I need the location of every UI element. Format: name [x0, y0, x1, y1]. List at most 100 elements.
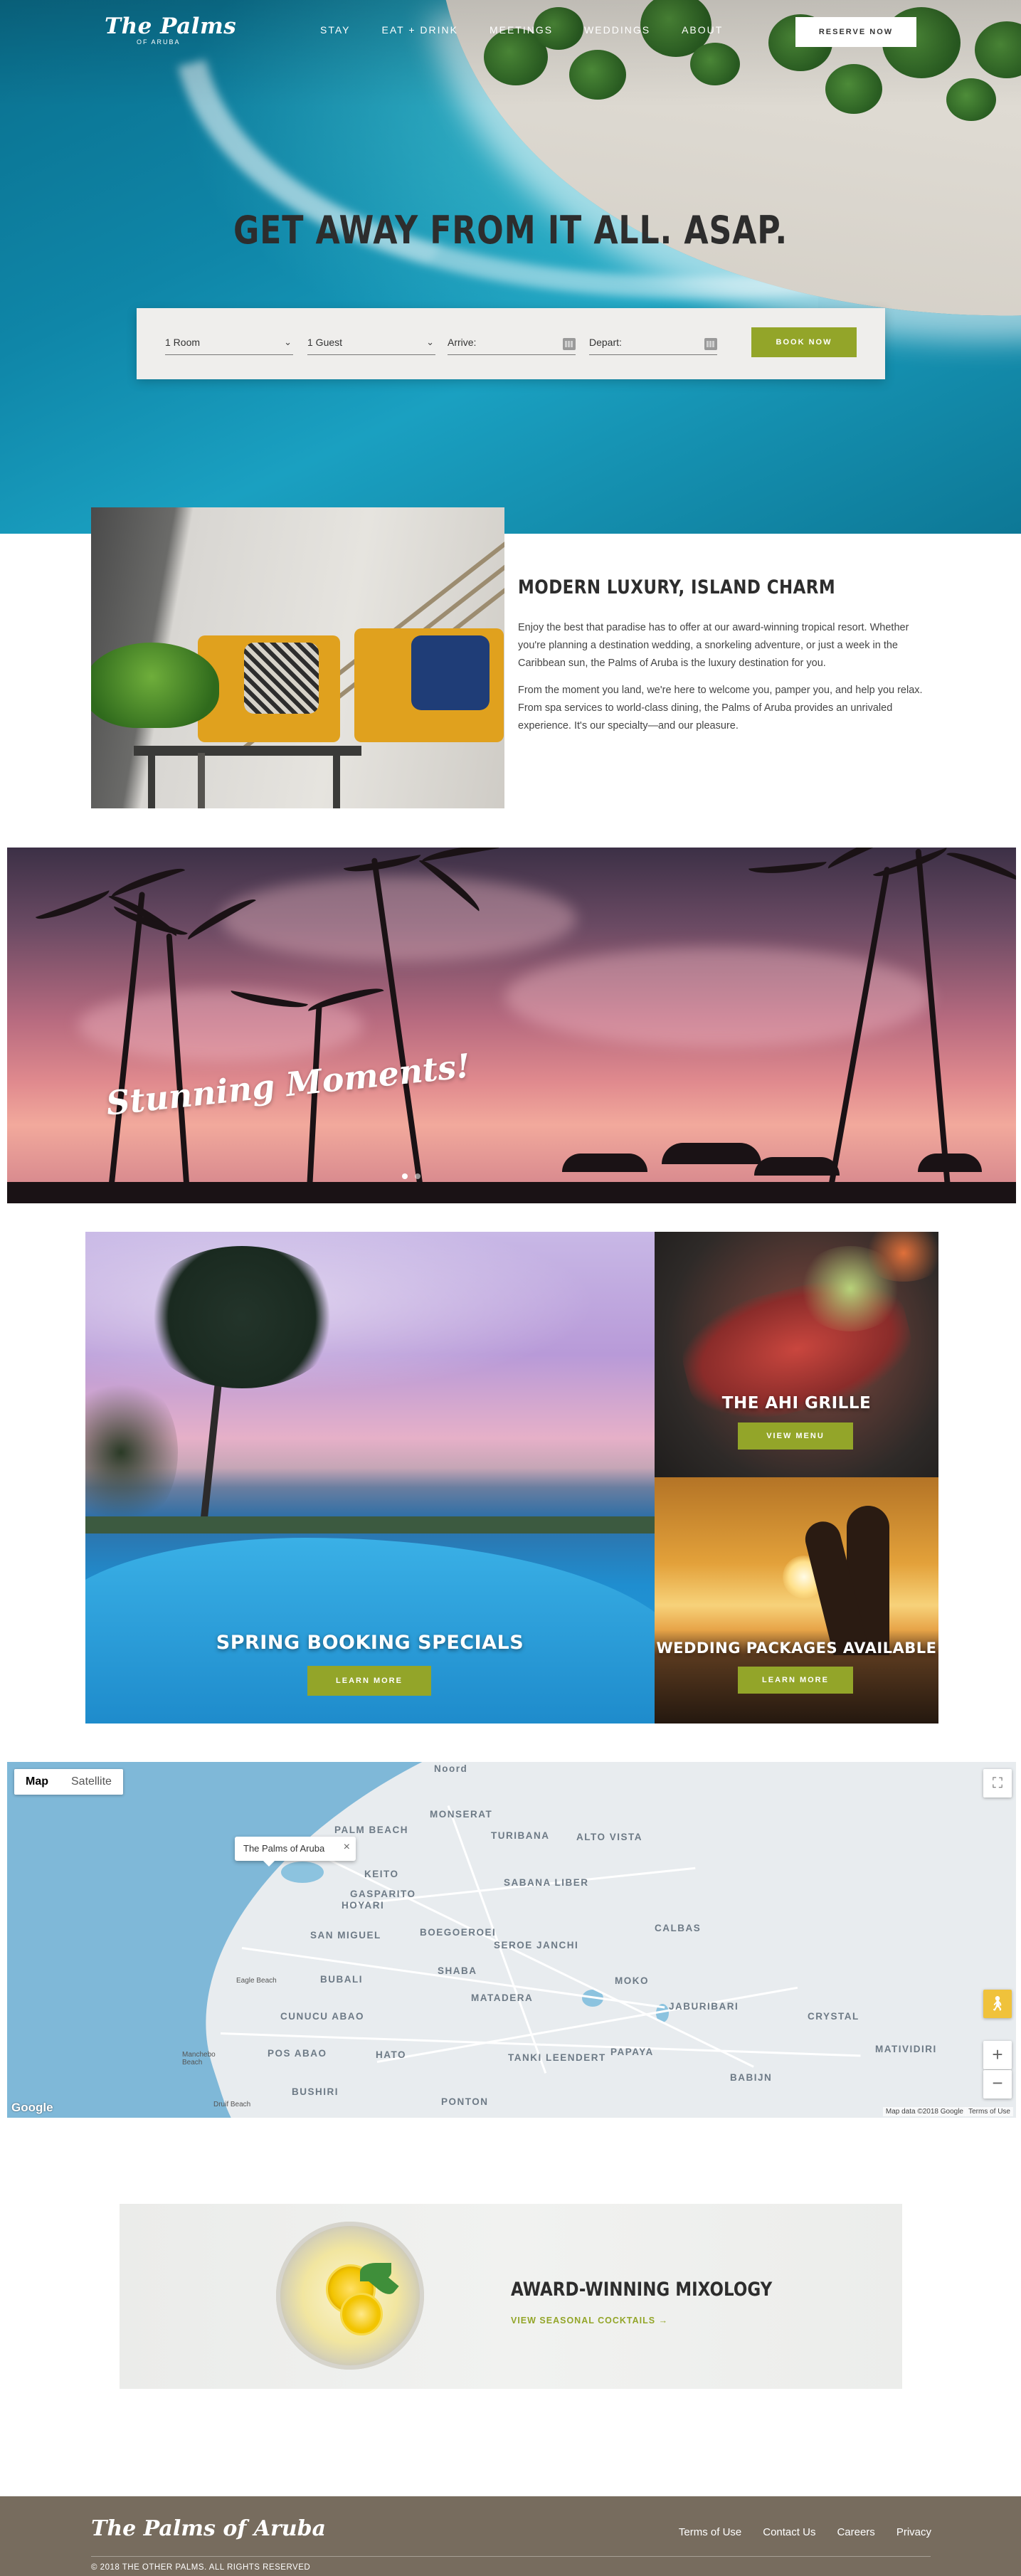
- map-beach-label: Manchebo Beach: [182, 2051, 216, 2066]
- site-footer: The Palms of Aruba Terms of Use Contact …: [0, 2496, 1021, 2576]
- copyright-text: © 2018 THE OTHER PALMS. ALL RIGHTS RESER…: [91, 2563, 311, 2572]
- map-label: Noord: [434, 1763, 468, 1774]
- map-tab-satellite[interactable]: Satellite: [60, 1769, 123, 1795]
- map-label: POS ABAO: [268, 2048, 327, 2059]
- room-select[interactable]: 1 Room ⌄: [165, 329, 293, 355]
- google-logo[interactable]: Google: [11, 2101, 53, 2115]
- hero-section: [0, 0, 1021, 534]
- mixology-title: AWARD-WINNING MIXOLOGY: [511, 2279, 773, 2301]
- map-terms-link[interactable]: Terms of Use: [966, 2107, 1013, 2116]
- map-data-attribution: Map data ©2018 Google: [882, 2107, 966, 2116]
- spring-specials-title: SPRING BOOKING SPECIALS: [216, 1632, 524, 1654]
- map-label: SEROE JANCHI: [494, 1940, 579, 1951]
- map-label: MOKO: [615, 1975, 649, 1986]
- footer-link-careers[interactable]: Careers: [837, 2526, 874, 2538]
- street-view-pegman-icon[interactable]: 🚶︎: [983, 1990, 1012, 2018]
- map-label: ALTO VISTA: [576, 1832, 643, 1842]
- lounge-photo: [91, 507, 504, 808]
- intro-title: MODERN LUXURY, ISLAND CHARM: [518, 576, 836, 598]
- reserve-now-button[interactable]: RESERVE NOW: [795, 17, 916, 47]
- map-label: PONTON: [441, 2096, 489, 2107]
- zoom-in-icon[interactable]: +: [983, 2041, 1012, 2069]
- fullscreen-icon[interactable]: ⛶: [983, 1769, 1012, 1798]
- intro-paragraph-2: From the moment you land, we're here to …: [518, 685, 923, 732]
- nav-item-meetings[interactable]: MEETINGS: [490, 24, 553, 36]
- booking-form: 1 Room ⌄ 1 Guest ⌄ Arrive: Depart: BOOK …: [137, 308, 885, 379]
- hero-headline: GET AWAY FROM IT ALL. ASAP.: [233, 208, 788, 253]
- nav-item-about[interactable]: ABOUT: [682, 24, 723, 36]
- footer-logo[interactable]: The Palms of Aruba: [91, 2516, 326, 2541]
- map-label: BUSHIRI: [292, 2086, 339, 2097]
- intro-paragraph-1: Enjoy the best that paradise has to offe…: [518, 622, 909, 669]
- location-map[interactable]: Map Satellite ⛶ 🚶︎ + − The Palms of Arub…: [7, 1762, 1016, 2118]
- nav-item-stay[interactable]: STAY: [320, 24, 351, 36]
- map-label: CALBAS: [655, 1923, 702, 1933]
- map-label: KEITO: [364, 1869, 399, 1879]
- map-label: BABIJN: [730, 2072, 773, 2083]
- guest-select-value: 1 Guest: [307, 337, 343, 348]
- map-beach-label: Druif Beach: [213, 2101, 251, 2108]
- arrive-label: Arrive:: [448, 337, 477, 348]
- map-label: MONSERAT: [430, 1809, 493, 1820]
- map-label: MATIVIDIRI: [875, 2044, 937, 2054]
- map-label: SHABA: [438, 1965, 477, 1976]
- map-label: SAN MIGUEL: [310, 1930, 381, 1941]
- map-label: BOEGOEROEI: [420, 1927, 497, 1938]
- cocktail-photo: [276, 2222, 424, 2370]
- chevron-down-icon: ⌄: [426, 337, 434, 347]
- hero-shade: [0, 0, 1021, 534]
- guest-select[interactable]: 1 Guest ⌄: [307, 329, 435, 355]
- map-label: JABURIBARI: [669, 2001, 739, 2012]
- calendar-icon[interactable]: [563, 338, 576, 350]
- calendar-icon[interactable]: [704, 338, 717, 350]
- spring-learn-more-button[interactable]: LEARN MORE: [307, 1666, 431, 1696]
- ahi-grille-title: THE AHI GRILLE: [721, 1394, 872, 1413]
- room-select-value: 1 Room: [165, 337, 201, 348]
- carousel-dot[interactable]: [402, 1173, 408, 1179]
- map-label: CRYSTAL: [808, 2011, 859, 2022]
- map-label: CUNUCU ABAO: [280, 2011, 364, 2022]
- map-marker-label[interactable]: The Palms of Aruba ×: [235, 1837, 356, 1867]
- chevron-down-icon: ⌄: [284, 337, 292, 347]
- map-tab-map[interactable]: Map: [14, 1769, 60, 1795]
- brand-logo[interactable]: The Palms: [105, 16, 236, 38]
- wedding-packages-title: WEDDING PACKAGES AVAILABLE: [656, 1640, 937, 1657]
- map-label: PALM BEACH: [334, 1825, 408, 1835]
- depart-date-field[interactable]: Depart:: [589, 329, 717, 355]
- arrive-date-field[interactable]: Arrive:: [448, 329, 576, 355]
- footer-divider: [91, 2556, 931, 2557]
- book-now-button[interactable]: BOOK NOW: [751, 327, 857, 357]
- carousel-dot[interactable]: [415, 1173, 420, 1179]
- spring-specials-tile[interactable]: SPRING BOOKING SPECIALS LEARN MORE: [85, 1232, 655, 1724]
- sunset-banner: [7, 848, 1016, 1203]
- footer-nav: Terms of Use Contact Us Careers Privacy: [657, 2526, 931, 2538]
- wedding-learn-more-button[interactable]: LEARN MORE: [738, 1667, 853, 1694]
- wedding-packages-tile[interactable]: WEDDING PACKAGES AVAILABLE LEARN MORE: [655, 1477, 938, 1724]
- nav-item-eat-drink[interactable]: EAT + DRINK: [382, 24, 458, 36]
- view-menu-button[interactable]: VIEW MENU: [738, 1422, 853, 1450]
- map-label: MATADERA: [471, 1992, 534, 2003]
- map-label: BUBALI: [320, 1974, 363, 1985]
- map-label: TANKI LEENDERT: [508, 2052, 606, 2063]
- mixology-promo: AWARD-WINNING MIXOLOGY VIEW SEASONAL COC…: [120, 2204, 902, 2389]
- map-label: PAPAYA: [610, 2047, 654, 2057]
- nav-item-weddings[interactable]: WEDDINGS: [584, 24, 650, 36]
- seasonal-cocktails-link[interactable]: VIEW SEASONAL COCKTAILS →: [511, 2316, 668, 2326]
- map-beach-label: Eagle Beach: [236, 1977, 277, 1985]
- map-label: HATO: [376, 2049, 406, 2060]
- map-label: HOYARI: [342, 1900, 385, 1911]
- depart-label: Depart:: [589, 337, 622, 348]
- main-nav: STAY EAT + DRINK MEETINGS WEDDINGS ABOUT: [320, 24, 754, 36]
- map-marker-name: The Palms of Aruba: [243, 1843, 325, 1854]
- footer-link-privacy[interactable]: Privacy: [896, 2526, 931, 2538]
- map-label: SABANA LIBER: [504, 1877, 589, 1888]
- ahi-grille-tile[interactable]: THE AHI GRILLE VIEW MENU: [655, 1232, 938, 1477]
- zoom-out-icon[interactable]: −: [983, 2070, 1012, 2099]
- map-label: TURIBANA: [491, 1830, 550, 1841]
- carousel-dots: [402, 1173, 428, 1179]
- map-label: GASPARITO: [350, 1889, 416, 1899]
- close-icon[interactable]: ×: [344, 1841, 350, 1854]
- footer-link-contact[interactable]: Contact Us: [763, 2526, 815, 2538]
- brand-logo-sub: OF ARUBA: [137, 38, 181, 46]
- footer-link-terms[interactable]: Terms of Use: [679, 2526, 741, 2538]
